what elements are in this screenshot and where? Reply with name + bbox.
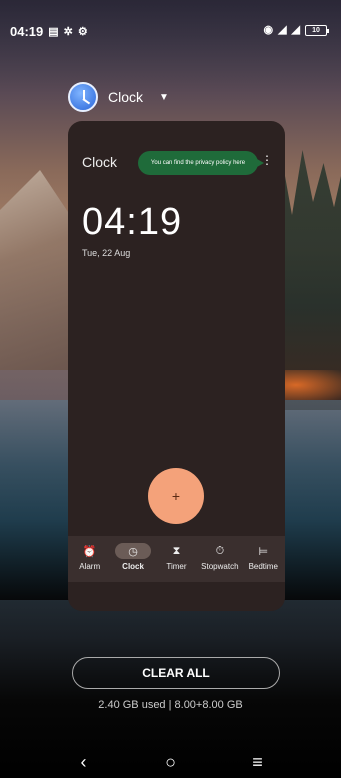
status-time: 04:19 bbox=[10, 24, 44, 39]
recent-app-name[interactable]: Clock bbox=[108, 89, 143, 105]
clock-icon: ◷ bbox=[115, 543, 152, 559]
system-navigation-bar: ‹ ○ ≡ bbox=[0, 746, 341, 778]
card-app-title: Clock bbox=[82, 154, 118, 170]
current-date: Tue, 22 Aug bbox=[82, 248, 131, 258]
home-icon[interactable]: ○ bbox=[156, 752, 186, 773]
back-icon[interactable]: ‹ bbox=[69, 752, 99, 773]
recent-app-header[interactable]: Clock ▼ bbox=[68, 82, 169, 112]
nav-label-timer: Timer bbox=[166, 562, 187, 571]
nav-label-alarm: Alarm bbox=[79, 562, 101, 571]
recent-app-card[interactable]: Clock You can find the privacy policy he… bbox=[68, 121, 285, 611]
nav-item-bedtime[interactable]: ⊨ Bedtime bbox=[242, 543, 284, 572]
status-bar: 04:19 ▤ ✲ ⚙ ◉ ◢ ◢ 10 bbox=[0, 0, 341, 52]
settings-cog-icon: ⚙ bbox=[77, 25, 88, 38]
privacy-policy-tip[interactable]: You can find the privacy policy here bbox=[138, 151, 264, 175]
clock-bottom-nav: ⏰ Alarm ◷ Clock ⧗ Timer ⏱ Stopwatch ⊨ Be… bbox=[68, 536, 285, 582]
clear-all-button[interactable]: CLEAR ALL bbox=[72, 657, 280, 689]
more-options-icon[interactable]: ⋮ bbox=[261, 154, 273, 166]
current-time: 04:19 bbox=[82, 201, 183, 243]
memory-usage-text: 2.40 GB used | 8.00+8.00 GB bbox=[98, 699, 243, 711]
battery-level: 10 bbox=[312, 26, 320, 34]
nav-item-timer[interactable]: ⧗ Timer bbox=[155, 543, 197, 572]
nav-label-stopwatch: Stopwatch bbox=[201, 562, 239, 571]
hourglass-icon: ⧗ bbox=[172, 544, 181, 557]
no-signal-icon-2: ◢ bbox=[291, 24, 300, 36]
no-signal-icon: ◢ bbox=[278, 24, 287, 36]
clipboard-icon: ▤ bbox=[48, 25, 59, 38]
status-left: 04:19 ▤ ✲ ⚙ bbox=[10, 24, 88, 39]
status-right: ◉ ◢ ◢ 10 bbox=[263, 24, 329, 36]
gear-icon: ✲ bbox=[63, 25, 73, 38]
card-footer bbox=[68, 582, 285, 611]
bed-icon: ⊨ bbox=[258, 545, 269, 558]
battery-icon: 10 bbox=[305, 24, 329, 36]
alarm-icon: ⏰ bbox=[82, 545, 97, 558]
vibrate-icon: ◉ bbox=[263, 24, 274, 36]
stopwatch-icon: ⏱ bbox=[215, 544, 225, 557]
nav-label-clock: Clock bbox=[122, 562, 144, 571]
chevron-down-icon[interactable]: ▼ bbox=[159, 92, 169, 103]
clock-app-icon[interactable] bbox=[68, 82, 98, 112]
add-button[interactable]: + bbox=[148, 468, 204, 524]
nav-item-alarm[interactable]: ⏰ Alarm bbox=[69, 543, 111, 572]
nav-label-bedtime: Bedtime bbox=[248, 562, 278, 571]
nav-item-clock[interactable]: ◷ Clock bbox=[112, 543, 154, 571]
recents-icon[interactable]: ≡ bbox=[243, 752, 273, 773]
nav-item-stopwatch[interactable]: ⏱ Stopwatch bbox=[199, 543, 241, 572]
